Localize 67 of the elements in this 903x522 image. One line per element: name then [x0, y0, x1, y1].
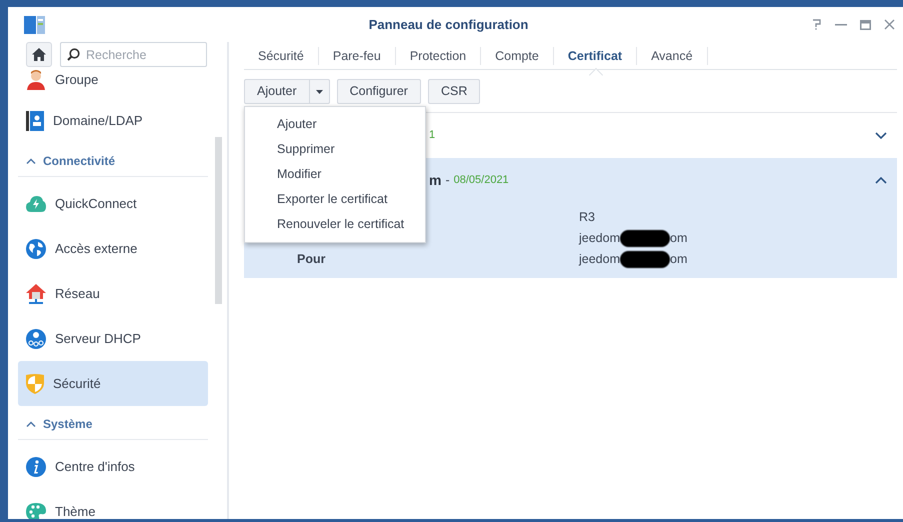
tab[interactable]: Sécurité [244, 46, 319, 64]
certificate-date: 08/05/2021 [454, 173, 509, 188]
sidebar-item[interactable]: Accès externe [18, 226, 208, 271]
sidebar-label: Groupe [55, 71, 98, 89]
detail-value: om [670, 251, 688, 268]
dropdown-toggle-button[interactable] [310, 79, 330, 104]
sidebar-item[interactable]: Serveur DHCP [18, 316, 208, 361]
tab[interactable]: Compte [481, 46, 554, 64]
menu-item[interactable]: Renouveler le certificat [245, 212, 425, 237]
toolbar-button[interactable]: CSR [428, 79, 480, 104]
section-header[interactable]: Système [18, 408, 208, 440]
minimize-icon[interactable] [835, 24, 847, 26]
sidebar-label: Réseau [55, 284, 100, 303]
shield-icon [26, 374, 44, 394]
search-field[interactable]: Recherche [60, 42, 207, 67]
sidebar-label: Serveur DHCP [55, 330, 141, 348]
sidebar-item[interactable]: Groupe [18, 70, 208, 98]
add-button[interactable]: Ajouter [244, 79, 310, 104]
caret-down-icon [316, 90, 323, 94]
sidebar-item[interactable]: Thème [18, 489, 208, 519]
menu-item[interactable]: Exporter le certificat [245, 187, 425, 212]
sidebar-label: Domaine/LDAP [53, 112, 143, 130]
tab[interactable]: Certificat [554, 46, 638, 64]
house-network-icon [26, 284, 46, 304]
sidebar-item[interactable]: Domaine/LDAP [18, 98, 208, 143]
close-icon[interactable] [884, 19, 895, 30]
app-icon [24, 16, 45, 34]
sidebar-item[interactable]: Sécurité [18, 361, 208, 406]
tab[interactable]: Protection [396, 46, 482, 64]
person-icon [26, 70, 46, 90]
scrollbar[interactable] [215, 137, 222, 304]
detail-value: jeedom [579, 251, 620, 268]
sidebar-item[interactable]: QuickConnect [18, 181, 208, 226]
contact-card-icon [26, 110, 44, 130]
section-label: Connectivité [43, 152, 116, 170]
sidebar-item[interactable]: Réseau [18, 271, 208, 316]
section-header[interactable]: Connectivité [18, 145, 208, 177]
maximize-icon[interactable] [860, 20, 871, 30]
help-icon[interactable] [812, 19, 822, 30]
separator-text: - [445, 172, 450, 190]
globe-icon [26, 238, 46, 258]
network-nodes-icon [26, 328, 46, 348]
sidebar-item[interactable]: Centre d'infos [18, 444, 208, 489]
chevron-down-icon[interactable] [875, 132, 887, 139]
detail-label: Pour [297, 252, 326, 266]
detail-value: om [670, 230, 688, 248]
tab[interactable]: Avancé [637, 46, 708, 64]
tab[interactable]: Pare-feu [318, 46, 396, 64]
sidebar-label: Thème [55, 502, 96, 519]
certificate-date: 1 [429, 128, 436, 144]
home-button[interactable] [26, 42, 52, 67]
sidebar-label: Accès externe [55, 240, 138, 258]
sidebar-label: Centre d'infos [55, 458, 135, 476]
info-icon [26, 456, 46, 476]
menu-item[interactable]: Modifier [245, 162, 425, 187]
window-title: Panneau de configuration [368, 16, 530, 34]
home-icon [32, 48, 46, 61]
detail-value: R3 [579, 209, 595, 226]
section-label: Système [43, 416, 92, 432]
cloud-icon [26, 194, 46, 212]
toolbar-button[interactable]: Configurer [336, 79, 421, 104]
certificate-name: m [429, 171, 442, 190]
menu-item[interactable]: Ajouter [245, 112, 425, 137]
detail-value: jeedom [579, 230, 620, 248]
sidebar-label: Sécurité [53, 374, 101, 393]
chevron-up-icon[interactable] [875, 177, 887, 184]
sidebar-label: QuickConnect [55, 194, 137, 213]
